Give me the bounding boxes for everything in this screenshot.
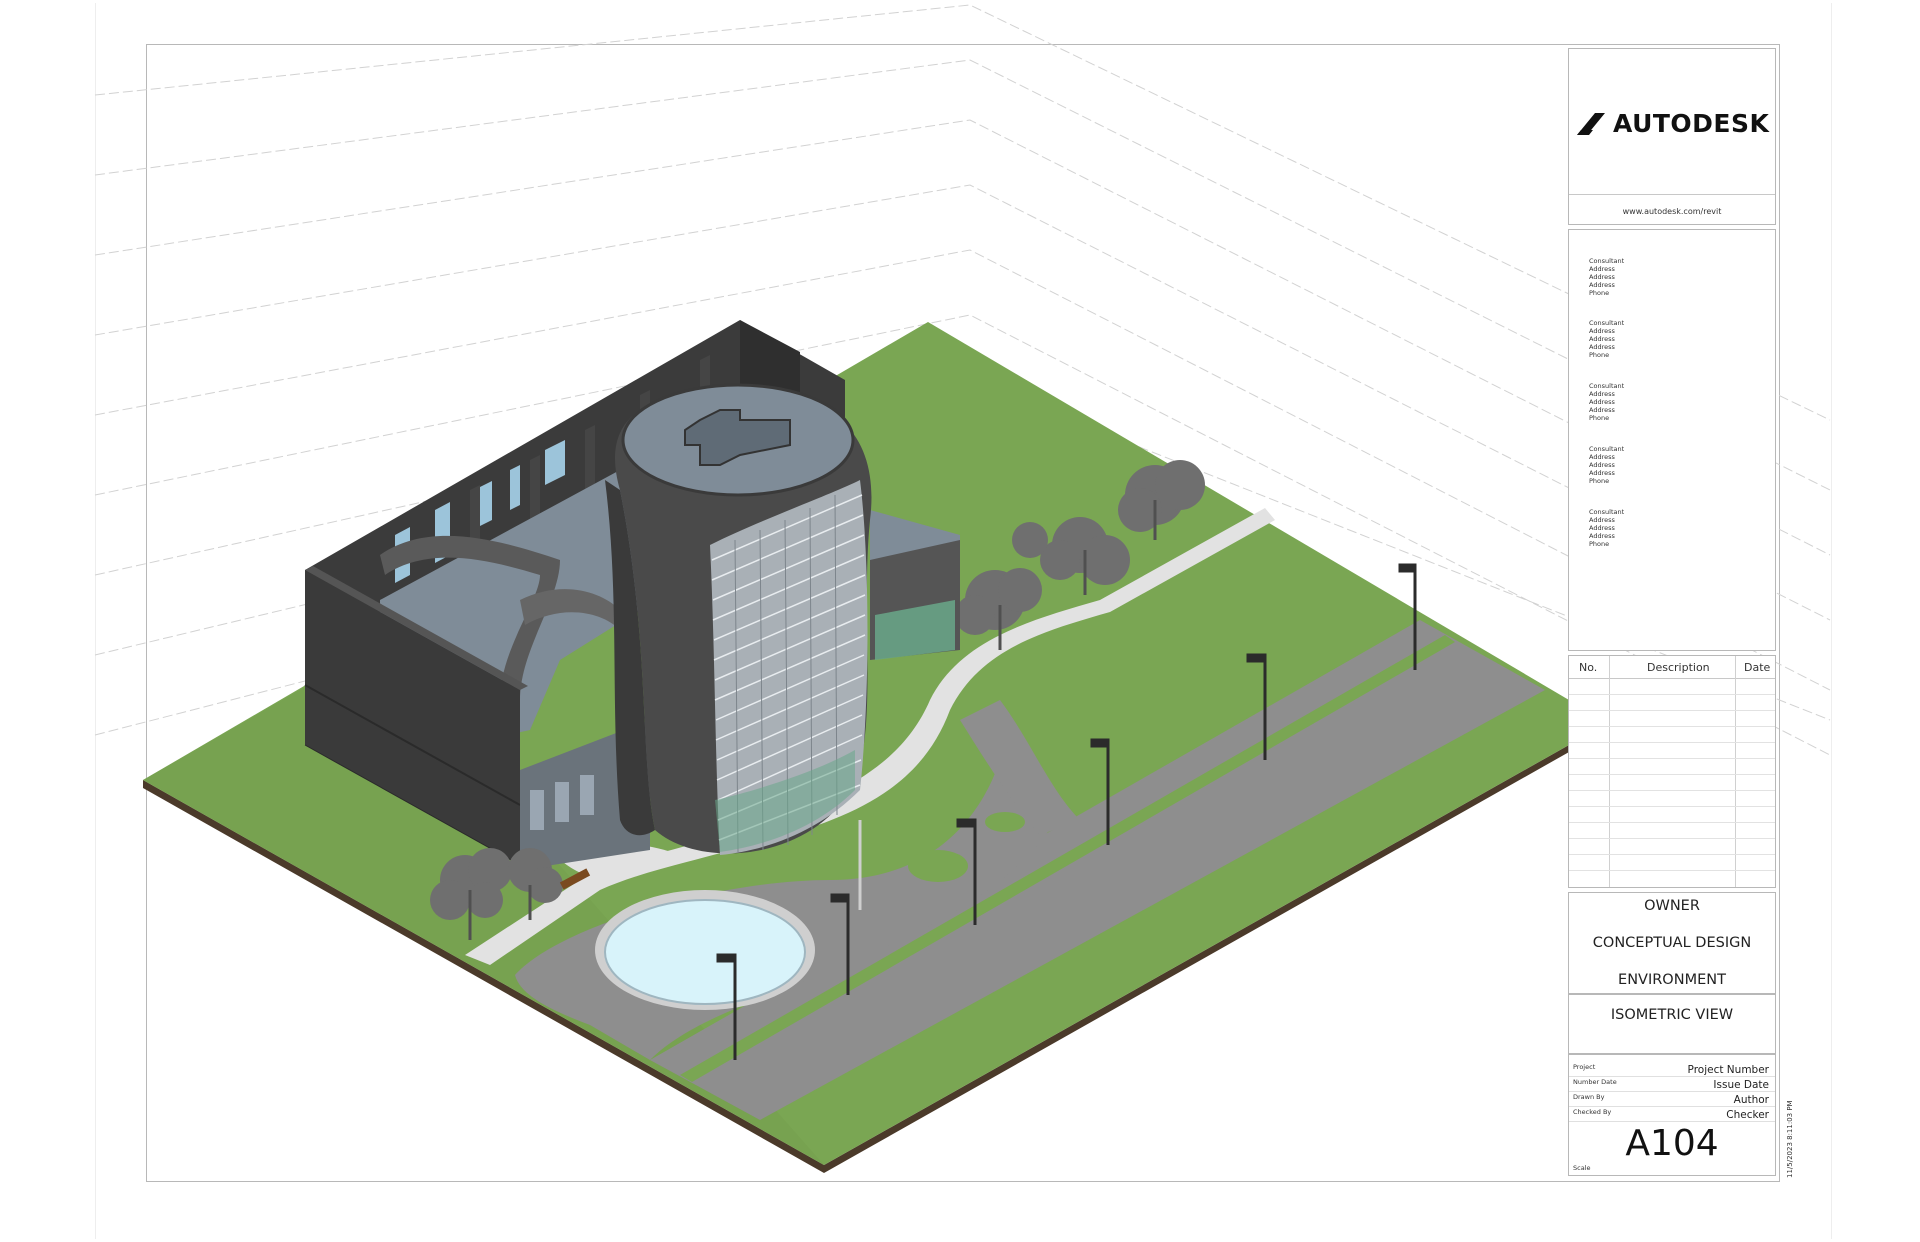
consultant-line: Address — [1589, 273, 1615, 281]
brand-url: www.autodesk.com/revit — [1622, 207, 1722, 216]
consultant-block: Consultant Address Address Address Phone — [1589, 257, 1624, 297]
view-title-box: ISOMETRIC VIEW — [1568, 994, 1776, 1054]
info-label: Project — [1573, 1063, 1596, 1071]
rev-row-line — [1569, 790, 1775, 791]
rev-row-line — [1569, 710, 1775, 711]
rev-row-line — [1569, 742, 1775, 743]
info-row: Number Date Issue Date — [1569, 1076, 1775, 1092]
grass-island — [908, 850, 968, 882]
consultant-line: Address — [1589, 453, 1615, 461]
project-title-2: ENVIRONMENT — [1618, 972, 1726, 988]
rev-row-line — [1569, 838, 1775, 839]
grass-island — [985, 812, 1025, 832]
revisions-table: No. Description Date — [1568, 655, 1776, 888]
brand-name: AUTODESK — [1613, 109, 1770, 138]
consultant-line: Phone — [1589, 289, 1610, 297]
consultant-line: Phone — [1589, 351, 1610, 359]
consultant-block: Consultant Address Address Address Phone — [1589, 319, 1624, 359]
sheet-number: A104 — [1625, 1123, 1719, 1164]
rev-row-line — [1569, 822, 1775, 823]
info-value: Project Number — [1687, 1064, 1769, 1076]
owner-label: OWNER — [1644, 898, 1700, 914]
rev-row-line — [1569, 726, 1775, 727]
info-label: Checked By — [1573, 1108, 1612, 1116]
consultant-block: Consultant Address Address Address Phone — [1589, 508, 1624, 548]
consultant-line: Address — [1589, 265, 1615, 273]
project-title-1: CONCEPTUAL DESIGN — [1592, 935, 1752, 951]
consultant-line: Phone — [1589, 414, 1610, 422]
consultant-title: Consultant — [1589, 319, 1625, 327]
rev-col-divider — [1609, 656, 1610, 887]
rev-row-line — [1569, 774, 1775, 775]
rev-row-line — [1569, 694, 1775, 695]
consultant-line: Address — [1589, 406, 1615, 414]
rev-header-no: No. — [1579, 661, 1598, 674]
rev-header-description: Description — [1647, 661, 1710, 674]
rev-row-line — [1569, 870, 1775, 871]
consultant-title: Consultant — [1589, 508, 1625, 516]
rev-row-line — [1569, 806, 1775, 807]
sheet-info-box: Project Project Number Number Date Issue… — [1568, 1054, 1776, 1176]
print-timestamp: 11/5/2023 8:11:03 PM — [1786, 1100, 1794, 1178]
info-value: Author — [1733, 1094, 1769, 1106]
project-title-box: OWNER CONCEPTUAL DESIGN ENVIRONMENT — [1568, 892, 1776, 994]
consultant-line: Address — [1589, 343, 1615, 351]
consultant-line: Phone — [1589, 477, 1610, 485]
info-row: Drawn By Author — [1569, 1091, 1775, 1107]
rev-header-date: Date — [1744, 661, 1771, 674]
consultant-line: Address — [1589, 398, 1615, 406]
info-row: Checked By Checker — [1569, 1106, 1775, 1122]
info-value: Issue Date — [1713, 1079, 1769, 1091]
rev-col-divider — [1735, 656, 1736, 887]
consultant-line: Address — [1589, 524, 1615, 532]
consultant-line: Address — [1589, 335, 1615, 343]
info-row: Project Project Number — [1569, 1061, 1775, 1077]
consultant-line: Phone — [1589, 540, 1610, 548]
consultant-line: Address — [1589, 516, 1615, 524]
consultant-block: Consultant Address Address Address Phone — [1589, 382, 1624, 422]
titleblock-logo-box: AUTODESK www.autodesk.com/revit — [1568, 48, 1776, 225]
rev-row-line — [1569, 758, 1775, 759]
consultant-line: Address — [1589, 281, 1615, 289]
consultant-line: Address — [1589, 327, 1615, 335]
autodesk-logo-icon — [1577, 112, 1605, 135]
consultant-title: Consultant — [1589, 445, 1625, 453]
pool-water — [604, 899, 806, 1005]
consultant-block: Consultant Address Address Address Phone — [1589, 445, 1624, 485]
rev-row-line — [1569, 854, 1775, 855]
revisions-header: No. Description Date — [1569, 656, 1775, 679]
info-label: Number Date — [1573, 1078, 1617, 1086]
consultant-title: Consultant — [1589, 382, 1625, 390]
consultant-line: Address — [1589, 390, 1615, 398]
consultant-line: Address — [1589, 461, 1615, 469]
view-title: ISOMETRIC VIEW — [1610, 1007, 1734, 1023]
consultant-line: Address — [1589, 532, 1615, 540]
scale-label: Scale — [1573, 1164, 1591, 1172]
consultants-box: Consultant Address Address Address Phone… — [1568, 229, 1776, 651]
logo-divider — [1569, 194, 1775, 195]
consultant-title: Consultant — [1589, 257, 1625, 265]
consultant-line: Address — [1589, 469, 1615, 477]
info-value: Checker — [1726, 1109, 1769, 1121]
info-label: Drawn By — [1573, 1093, 1605, 1101]
autodesk-logo: AUTODESK — [1577, 109, 1769, 138]
